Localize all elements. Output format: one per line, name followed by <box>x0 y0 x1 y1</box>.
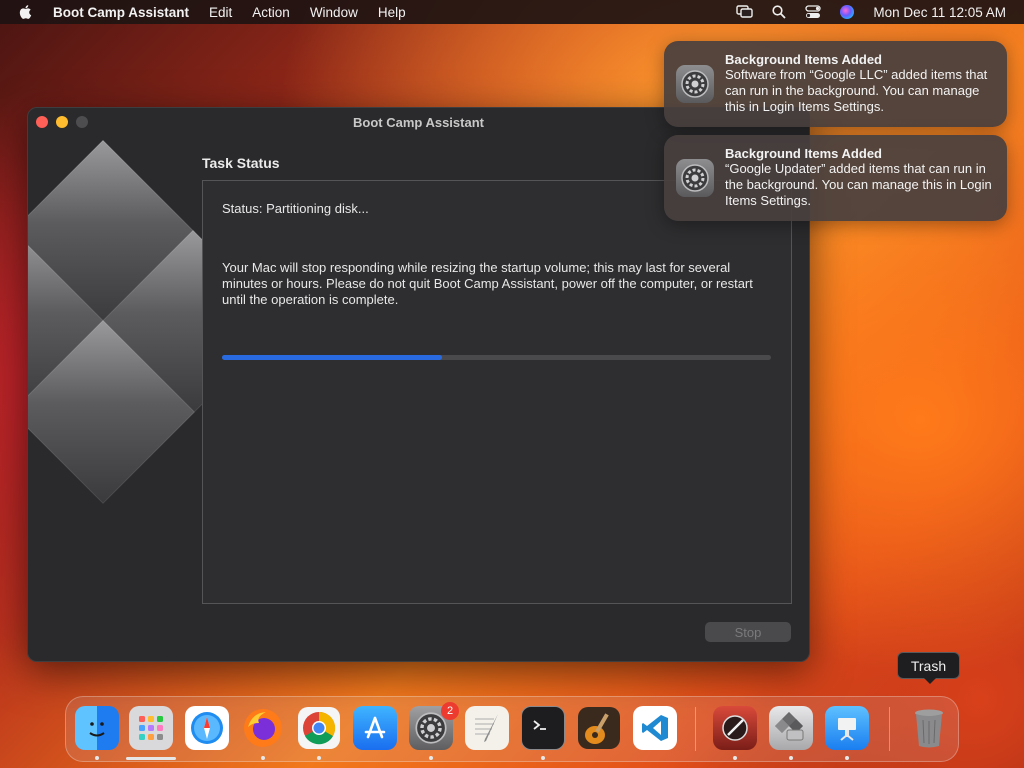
instruments-icon[interactable] <box>713 706 757 750</box>
menu-action[interactable]: Action <box>252 5 290 20</box>
firefox-icon[interactable] <box>241 706 285 750</box>
finder-icon[interactable] <box>75 706 119 750</box>
boot-camp-icon[interactable] <box>769 706 813 750</box>
task-status-panel: Status: Partitioning disk... Your Mac wi… <box>202 180 792 604</box>
warning-text: Your Mac will stop responding while resi… <box>222 260 753 307</box>
keynote-icon[interactable] <box>825 706 869 750</box>
siri-icon[interactable] <box>837 4 857 20</box>
terminal-icon[interactable] <box>521 706 565 750</box>
app-store-icon[interactable] <box>353 706 397 750</box>
screen-mirroring-icon[interactable] <box>735 4 755 20</box>
safari-icon[interactable] <box>185 706 229 750</box>
progress-bar <box>222 355 771 360</box>
notification-title: Background Items Added <box>725 52 882 67</box>
dock-tooltip: Trash <box>897 652 960 684</box>
notification-body: Software from “Google LLC” added items t… <box>725 67 988 114</box>
system-settings-icon <box>676 159 714 197</box>
spotlight-icon[interactable] <box>769 4 789 20</box>
notification-background-items-1[interactable]: Background Items Added Software from “Go… <box>664 41 1007 127</box>
textedit-icon[interactable] <box>465 706 509 750</box>
status-text: Status: Partitioning disk... <box>222 201 369 216</box>
dock: 2 <box>65 696 959 762</box>
notification-title: Background Items Added <box>725 146 882 161</box>
vscode-icon[interactable] <box>633 706 677 750</box>
menu-window[interactable]: Window <box>310 5 358 20</box>
trash-icon[interactable] <box>907 706 951 750</box>
menu-edit[interactable]: Edit <box>209 5 232 20</box>
control-center-icon[interactable] <box>803 4 823 20</box>
notification-badge: 2 <box>441 702 459 720</box>
progress-fill <box>222 355 442 360</box>
task-status-heading: Task Status <box>202 155 280 171</box>
menu-app-name[interactable]: Boot Camp Assistant <box>53 5 189 20</box>
garageband-icon[interactable] <box>577 706 621 750</box>
system-settings-icon <box>676 65 714 103</box>
stop-button[interactable]: Stop <box>705 622 791 642</box>
chrome-icon[interactable] <box>297 706 341 750</box>
notification-background-items-2[interactable]: Background Items Added “Google Updater” … <box>664 135 1007 221</box>
apple-menu-icon[interactable] <box>18 4 34 20</box>
system-settings-icon[interactable]: 2 <box>409 702 459 750</box>
menu-clock[interactable]: Mon Dec 11 12:05 AM <box>873 5 1006 20</box>
menu-bar: Boot Camp Assistant Edit Action Window H… <box>0 0 1024 24</box>
launchpad-icon[interactable] <box>129 706 173 750</box>
notification-body: “Google Updater” added items that can ru… <box>725 161 992 208</box>
menu-help[interactable]: Help <box>378 5 406 20</box>
